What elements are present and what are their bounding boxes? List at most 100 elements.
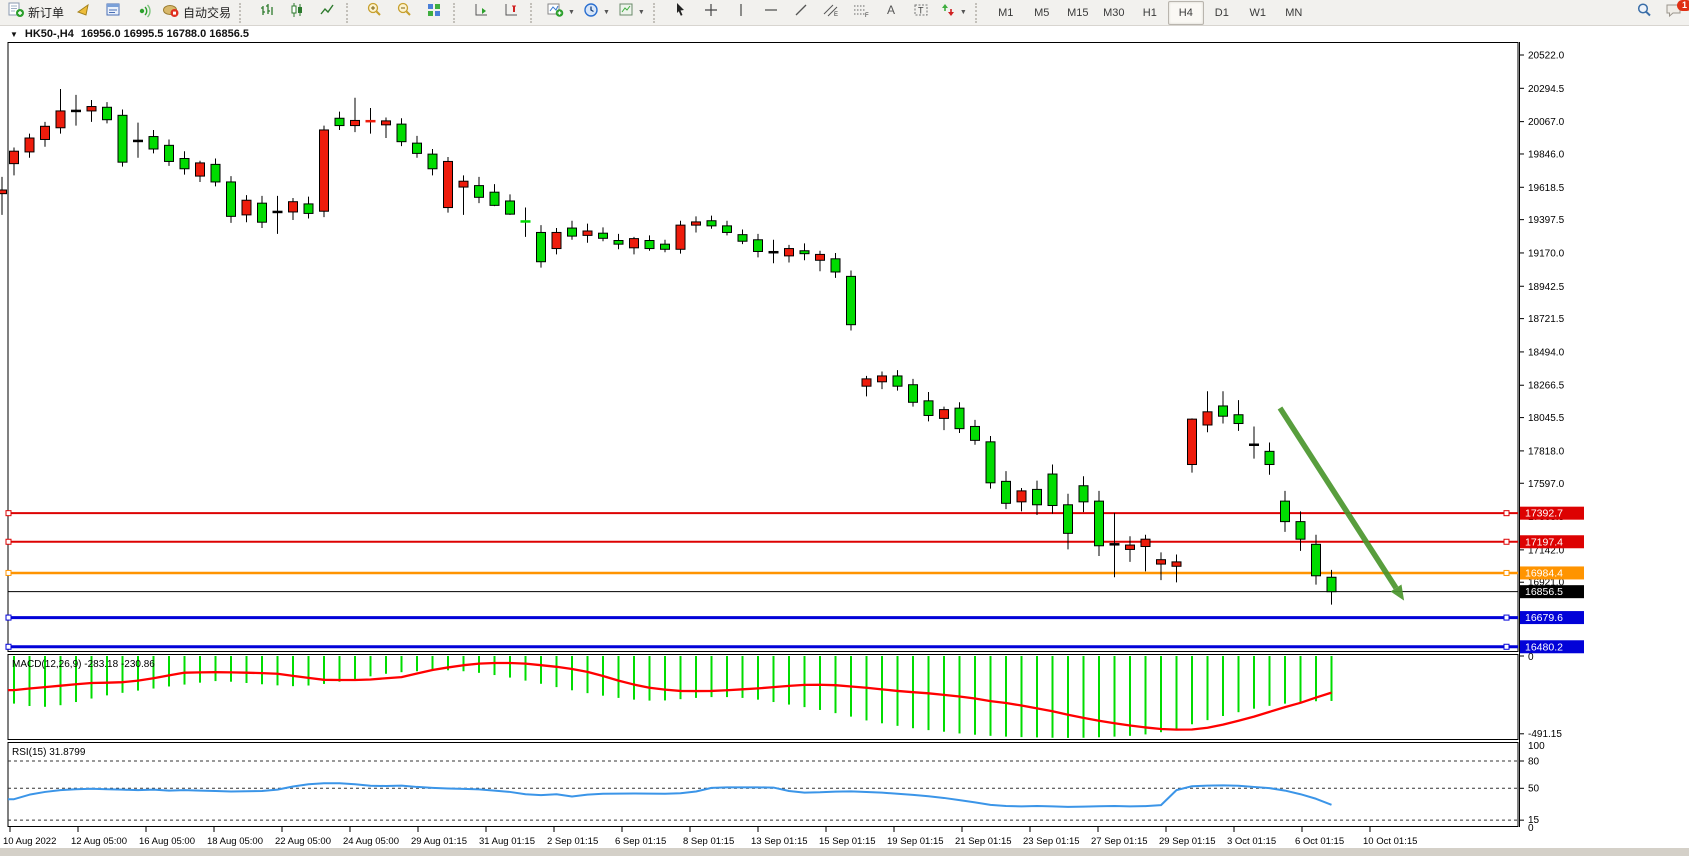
chevron-down-icon[interactable]: ▼: [10, 30, 18, 39]
data-window-icon: [105, 2, 121, 23]
timeframe-button-m30[interactable]: M30: [1096, 1, 1132, 25]
macd-scale-label: 0: [1528, 652, 1534, 663]
price-tag-label: 16984.4: [1525, 567, 1563, 579]
autotrade-button[interactable]: 自动交易: [158, 1, 235, 25]
autotrade-icon: [162, 2, 180, 23]
candle-body: [692, 222, 701, 225]
expert-icon: [75, 2, 91, 23]
text-label-button[interactable]: T: [906, 1, 936, 25]
search-button[interactable]: [1629, 1, 1659, 25]
candle-body: [382, 121, 391, 125]
timeframe-button-h4[interactable]: H4: [1168, 1, 1204, 25]
chart-shift-button[interactable]: [496, 1, 526, 25]
candle-body: [258, 203, 267, 222]
candle-body: [816, 254, 825, 260]
line-chart-button[interactable]: [312, 1, 342, 25]
price-tick-label: 18266.5: [1528, 381, 1565, 392]
candle-body: [847, 276, 856, 324]
candle-body: [335, 118, 344, 125]
price-tag-label: 16856.5: [1525, 586, 1563, 598]
candle-body: [738, 235, 747, 242]
timeframe-button-w1[interactable]: W1: [1240, 1, 1276, 25]
channel-button[interactable]: E: [816, 1, 846, 25]
candle-body: [723, 226, 732, 233]
line-handle: [1504, 570, 1509, 575]
candle-body: [0, 190, 7, 194]
chevron-down-icon[interactable]: ▼: [603, 9, 610, 16]
time-tick-label: 12 Aug 05:00: [71, 836, 127, 847]
macd-label: MACD(12,26,9) -283.18 -230.86: [12, 659, 155, 670]
price-tick-label: 20294.5: [1528, 84, 1565, 95]
candle-body: [1203, 412, 1212, 425]
line-handle: [6, 511, 11, 516]
line-handle: [1504, 644, 1509, 649]
vertical-line-button[interactable]: [726, 1, 756, 25]
arrows-icon: [940, 2, 956, 23]
time-tick-label: 31 Aug 01:15: [479, 836, 535, 847]
signals-button[interactable]: [128, 1, 158, 25]
zoom-in-button[interactable]: [359, 1, 389, 25]
timeframe-button-d1[interactable]: D1: [1204, 1, 1240, 25]
chevron-down-icon[interactable]: ▼: [638, 9, 645, 16]
timeframe-button-h1[interactable]: H1: [1132, 1, 1168, 25]
price-tag-label: 16679.6: [1525, 612, 1563, 624]
price-tick-label: 19397.5: [1528, 215, 1565, 226]
line-handle: [6, 644, 11, 649]
candle-body: [661, 244, 670, 249]
time-tick-label: 21 Sep 01:15: [955, 836, 1012, 847]
trendline-button[interactable]: [786, 1, 816, 25]
new-order-icon: [7, 2, 25, 23]
price-tick-label: 17597.0: [1528, 479, 1565, 490]
text-button[interactable]: A: [876, 1, 906, 25]
new-order-button[interactable]: 新订单: [3, 1, 68, 25]
candle-body: [1002, 481, 1011, 503]
cursor-button[interactable]: [666, 1, 696, 25]
candle-body: [459, 181, 468, 187]
chart-canvas[interactable]: 20522.020294.520067.019846.019618.519397…: [0, 42, 1689, 856]
fibonacci-button[interactable]: F: [846, 1, 876, 25]
candle-body: [630, 239, 639, 248]
templates-button[interactable]: ▼: [614, 1, 649, 25]
time-tick-label: 24 Aug 05:00: [343, 836, 399, 847]
time-tick-label: 2 Sep 01:15: [547, 836, 598, 847]
auto-scroll-button[interactable]: [466, 1, 496, 25]
candle-chart-button[interactable]: [282, 1, 312, 25]
data-window-button[interactable]: [98, 1, 128, 25]
candle-body: [614, 241, 623, 245]
rsi-scale-label: 0: [1528, 823, 1534, 834]
chevron-down-icon[interactable]: ▼: [960, 9, 967, 16]
zoom-out-icon: [396, 2, 412, 23]
candle-body: [397, 124, 406, 142]
price-tick-label: 18045.5: [1528, 413, 1565, 424]
crosshair-button[interactable]: [696, 1, 726, 25]
arrows-button[interactable]: ▼: [936, 1, 971, 25]
zoom-out-button[interactable]: [389, 1, 419, 25]
horizontal-line-button[interactable]: [756, 1, 786, 25]
timeframe-button-m15[interactable]: M15: [1060, 1, 1096, 25]
timeframe-button-m5[interactable]: M5: [1024, 1, 1060, 25]
time-tick-label: 18 Aug 05:00: [207, 836, 263, 847]
svg-text:A: A: [887, 3, 895, 17]
candle-body: [1126, 545, 1135, 549]
bar-chart-button[interactable]: [252, 1, 282, 25]
candle-body: [475, 186, 484, 198]
candle-body: [924, 401, 933, 416]
svg-text:T: T: [918, 6, 924, 16]
timeframe-button-mn[interactable]: MN: [1276, 1, 1312, 25]
price-tick-label: 19618.5: [1528, 183, 1565, 194]
toolbar-separator: [975, 3, 984, 23]
candle-body: [1048, 474, 1057, 505]
experts-button[interactable]: [68, 1, 98, 25]
periods-button[interactable]: ▼: [579, 1, 614, 25]
chat-button[interactable]: 1: [1659, 1, 1689, 25]
chevron-down-icon[interactable]: ▼: [568, 9, 575, 16]
tile-windows-button[interactable]: [419, 1, 449, 25]
toolbar-separator: [239, 3, 248, 23]
time-tick-label: 10 Aug 2022: [3, 836, 56, 847]
timeframe-button-m1[interactable]: M1: [988, 1, 1024, 25]
candle-body: [1017, 491, 1026, 502]
bar-chart-icon: [259, 2, 275, 23]
time-tick-label: 23 Sep 01:15: [1023, 836, 1080, 847]
candle-body: [180, 159, 189, 169]
indicators-button[interactable]: ▼: [543, 1, 579, 25]
